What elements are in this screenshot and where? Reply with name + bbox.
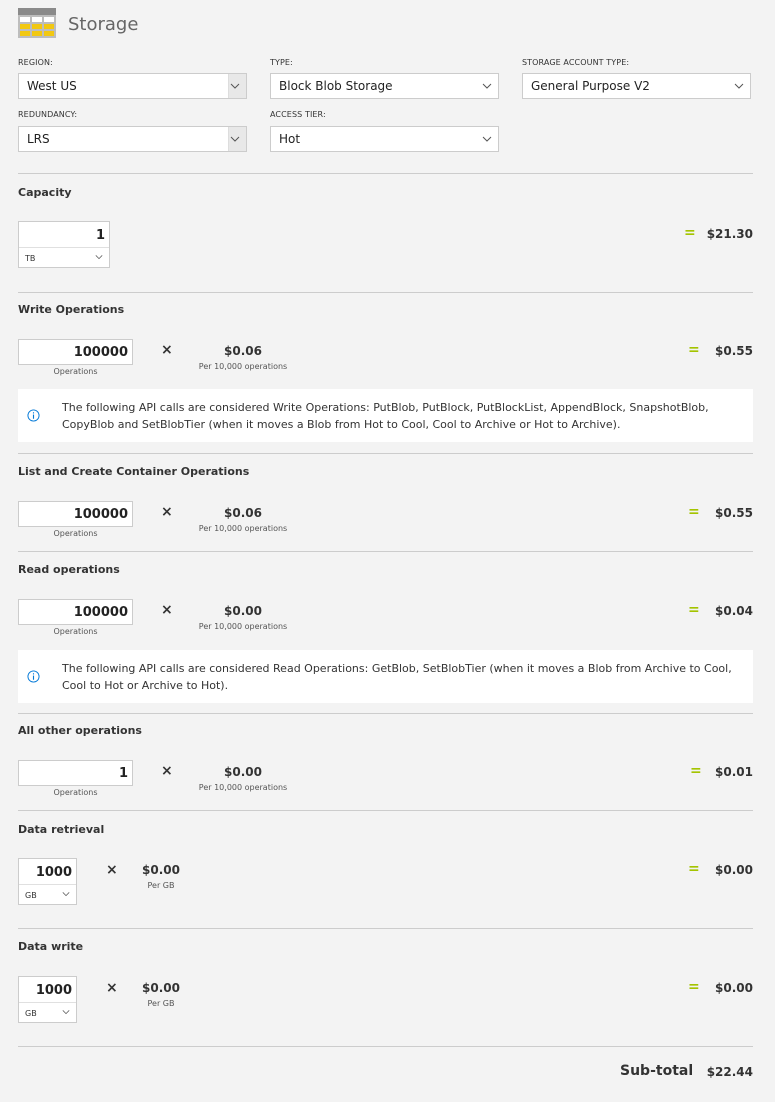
data-write-price-label: Per GB <box>147 999 175 1008</box>
data-retrieval-input[interactable]: 1000 GB <box>18 858 77 905</box>
chevron-down-icon <box>62 892 70 897</box>
chevron-down-icon <box>230 83 240 89</box>
data-retrieval-title: Data retrieval <box>18 823 105 836</box>
read-ops-qty-label: Operations <box>53 627 98 636</box>
times-sign: × <box>161 763 173 779</box>
list-ops-input[interactable]: 100000 <box>18 501 133 527</box>
other-ops-input[interactable]: 1 <box>18 760 133 786</box>
account-type-value: General Purpose V2 <box>531 79 650 93</box>
section-divider <box>18 810 753 811</box>
section-divider <box>18 173 753 174</box>
list-ops-total: $0.55 <box>715 506 753 520</box>
equals-sign: = <box>688 979 700 995</box>
redundancy-label: REDUNDANCY: <box>18 110 78 119</box>
write-ops-info: The following API calls are considered W… <box>18 389 753 442</box>
other-ops-qty-label: Operations <box>53 788 98 797</box>
read-ops-title: Read operations <box>18 563 120 576</box>
storage-table-icon <box>18 8 56 38</box>
equals-sign: = <box>688 861 700 877</box>
write-ops-input[interactable]: 100000 <box>18 339 133 365</box>
times-sign: × <box>161 342 173 358</box>
chevron-down-icon <box>62 1010 70 1015</box>
type-value: Block Blob Storage <box>279 79 393 93</box>
region-label: REGION: <box>18 58 53 67</box>
write-ops-qty-label: Operations <box>53 367 98 376</box>
data-write-unit: GB <box>25 1009 37 1018</box>
section-divider <box>18 713 753 714</box>
info-icon <box>27 409 40 422</box>
type-select[interactable]: Block Blob Storage <box>270 73 499 99</box>
type-label: TYPE: <box>270 58 293 67</box>
subtotal-label: Sub-total <box>620 1063 694 1079</box>
equals-sign: = <box>688 602 700 618</box>
data-write-input[interactable]: 1000 GB <box>18 976 77 1023</box>
data-write-total: $0.00 <box>715 981 753 995</box>
read-ops-total: $0.04 <box>715 604 753 618</box>
equals-sign: = <box>688 504 700 520</box>
read-ops-info: The following API calls are considered R… <box>18 650 753 703</box>
other-ops-title: All other operations <box>18 724 142 737</box>
list-ops-price-label: Per 10,000 operations <box>198 524 288 533</box>
data-retrieval-price: $0.00 <box>142 863 180 877</box>
section-divider <box>18 551 753 552</box>
account-type-select[interactable]: General Purpose V2 <box>522 73 751 99</box>
region-select[interactable]: West US <box>18 73 247 99</box>
region-value: West US <box>27 79 77 93</box>
list-ops-price: $0.06 <box>224 506 262 520</box>
section-divider <box>18 292 753 293</box>
list-ops-title: List and Create Container Operations <box>18 465 250 478</box>
chevron-down-icon <box>734 83 744 89</box>
equals-sign: = <box>684 225 696 241</box>
section-divider <box>18 1046 753 1047</box>
capacity-title: Capacity <box>18 186 72 199</box>
account-type-label: STORAGE ACCOUNT TYPE: <box>522 58 630 67</box>
section-divider <box>18 928 753 929</box>
access-tier-label: ACCESS TIER: <box>270 110 326 119</box>
read-ops-input[interactable]: 100000 <box>18 599 133 625</box>
read-ops-info-text: The following API calls are considered R… <box>62 661 732 692</box>
data-retrieval-qty: 1000 <box>35 865 72 880</box>
write-ops-info-text: The following API calls are considered W… <box>62 400 709 431</box>
data-retrieval-total: $0.00 <box>715 863 753 877</box>
redundancy-value: LRS <box>27 132 50 146</box>
capacity-qty: 1 <box>95 228 105 243</box>
write-ops-price: $0.06 <box>224 344 262 358</box>
read-ops-price-label: Per 10,000 operations <box>198 622 288 631</box>
data-write-title: Data write <box>18 940 84 953</box>
capacity-unit: TB <box>25 254 36 263</box>
list-ops-qty-label: Operations <box>53 529 98 538</box>
data-write-qty: 1000 <box>35 983 72 998</box>
access-tier-select[interactable]: Hot <box>270 126 499 152</box>
write-ops-price-label: Per 10,000 operations <box>198 362 288 371</box>
times-sign: × <box>106 862 118 878</box>
times-sign: × <box>161 602 173 618</box>
page-title: Storage <box>68 14 139 35</box>
subtotal-value: $22.44 <box>706 1065 753 1079</box>
other-ops-total: $0.01 <box>715 765 753 779</box>
chevron-down-icon <box>230 136 240 142</box>
times-sign: × <box>106 980 118 996</box>
data-retrieval-unit: GB <box>25 891 37 900</box>
redundancy-select[interactable]: LRS <box>18 126 247 152</box>
data-retrieval-price-label: Per GB <box>147 881 175 890</box>
other-ops-price: $0.00 <box>224 765 262 779</box>
chevron-down-icon <box>482 136 492 142</box>
info-icon <box>27 670 40 683</box>
capacity-input[interactable]: 1 TB <box>18 221 110 268</box>
other-ops-price-label: Per 10,000 operations <box>198 783 288 792</box>
equals-sign: = <box>688 342 700 358</box>
read-ops-price: $0.00 <box>224 604 262 618</box>
times-sign: × <box>161 504 173 520</box>
chevron-down-icon <box>482 83 492 89</box>
section-divider <box>18 453 753 454</box>
write-ops-total: $0.55 <box>715 344 753 358</box>
chevron-down-icon <box>95 255 103 260</box>
capacity-total: $21.30 <box>706 227 753 241</box>
data-write-price: $0.00 <box>142 981 180 995</box>
access-tier-value: Hot <box>279 132 301 146</box>
write-ops-title: Write Operations <box>18 303 125 316</box>
